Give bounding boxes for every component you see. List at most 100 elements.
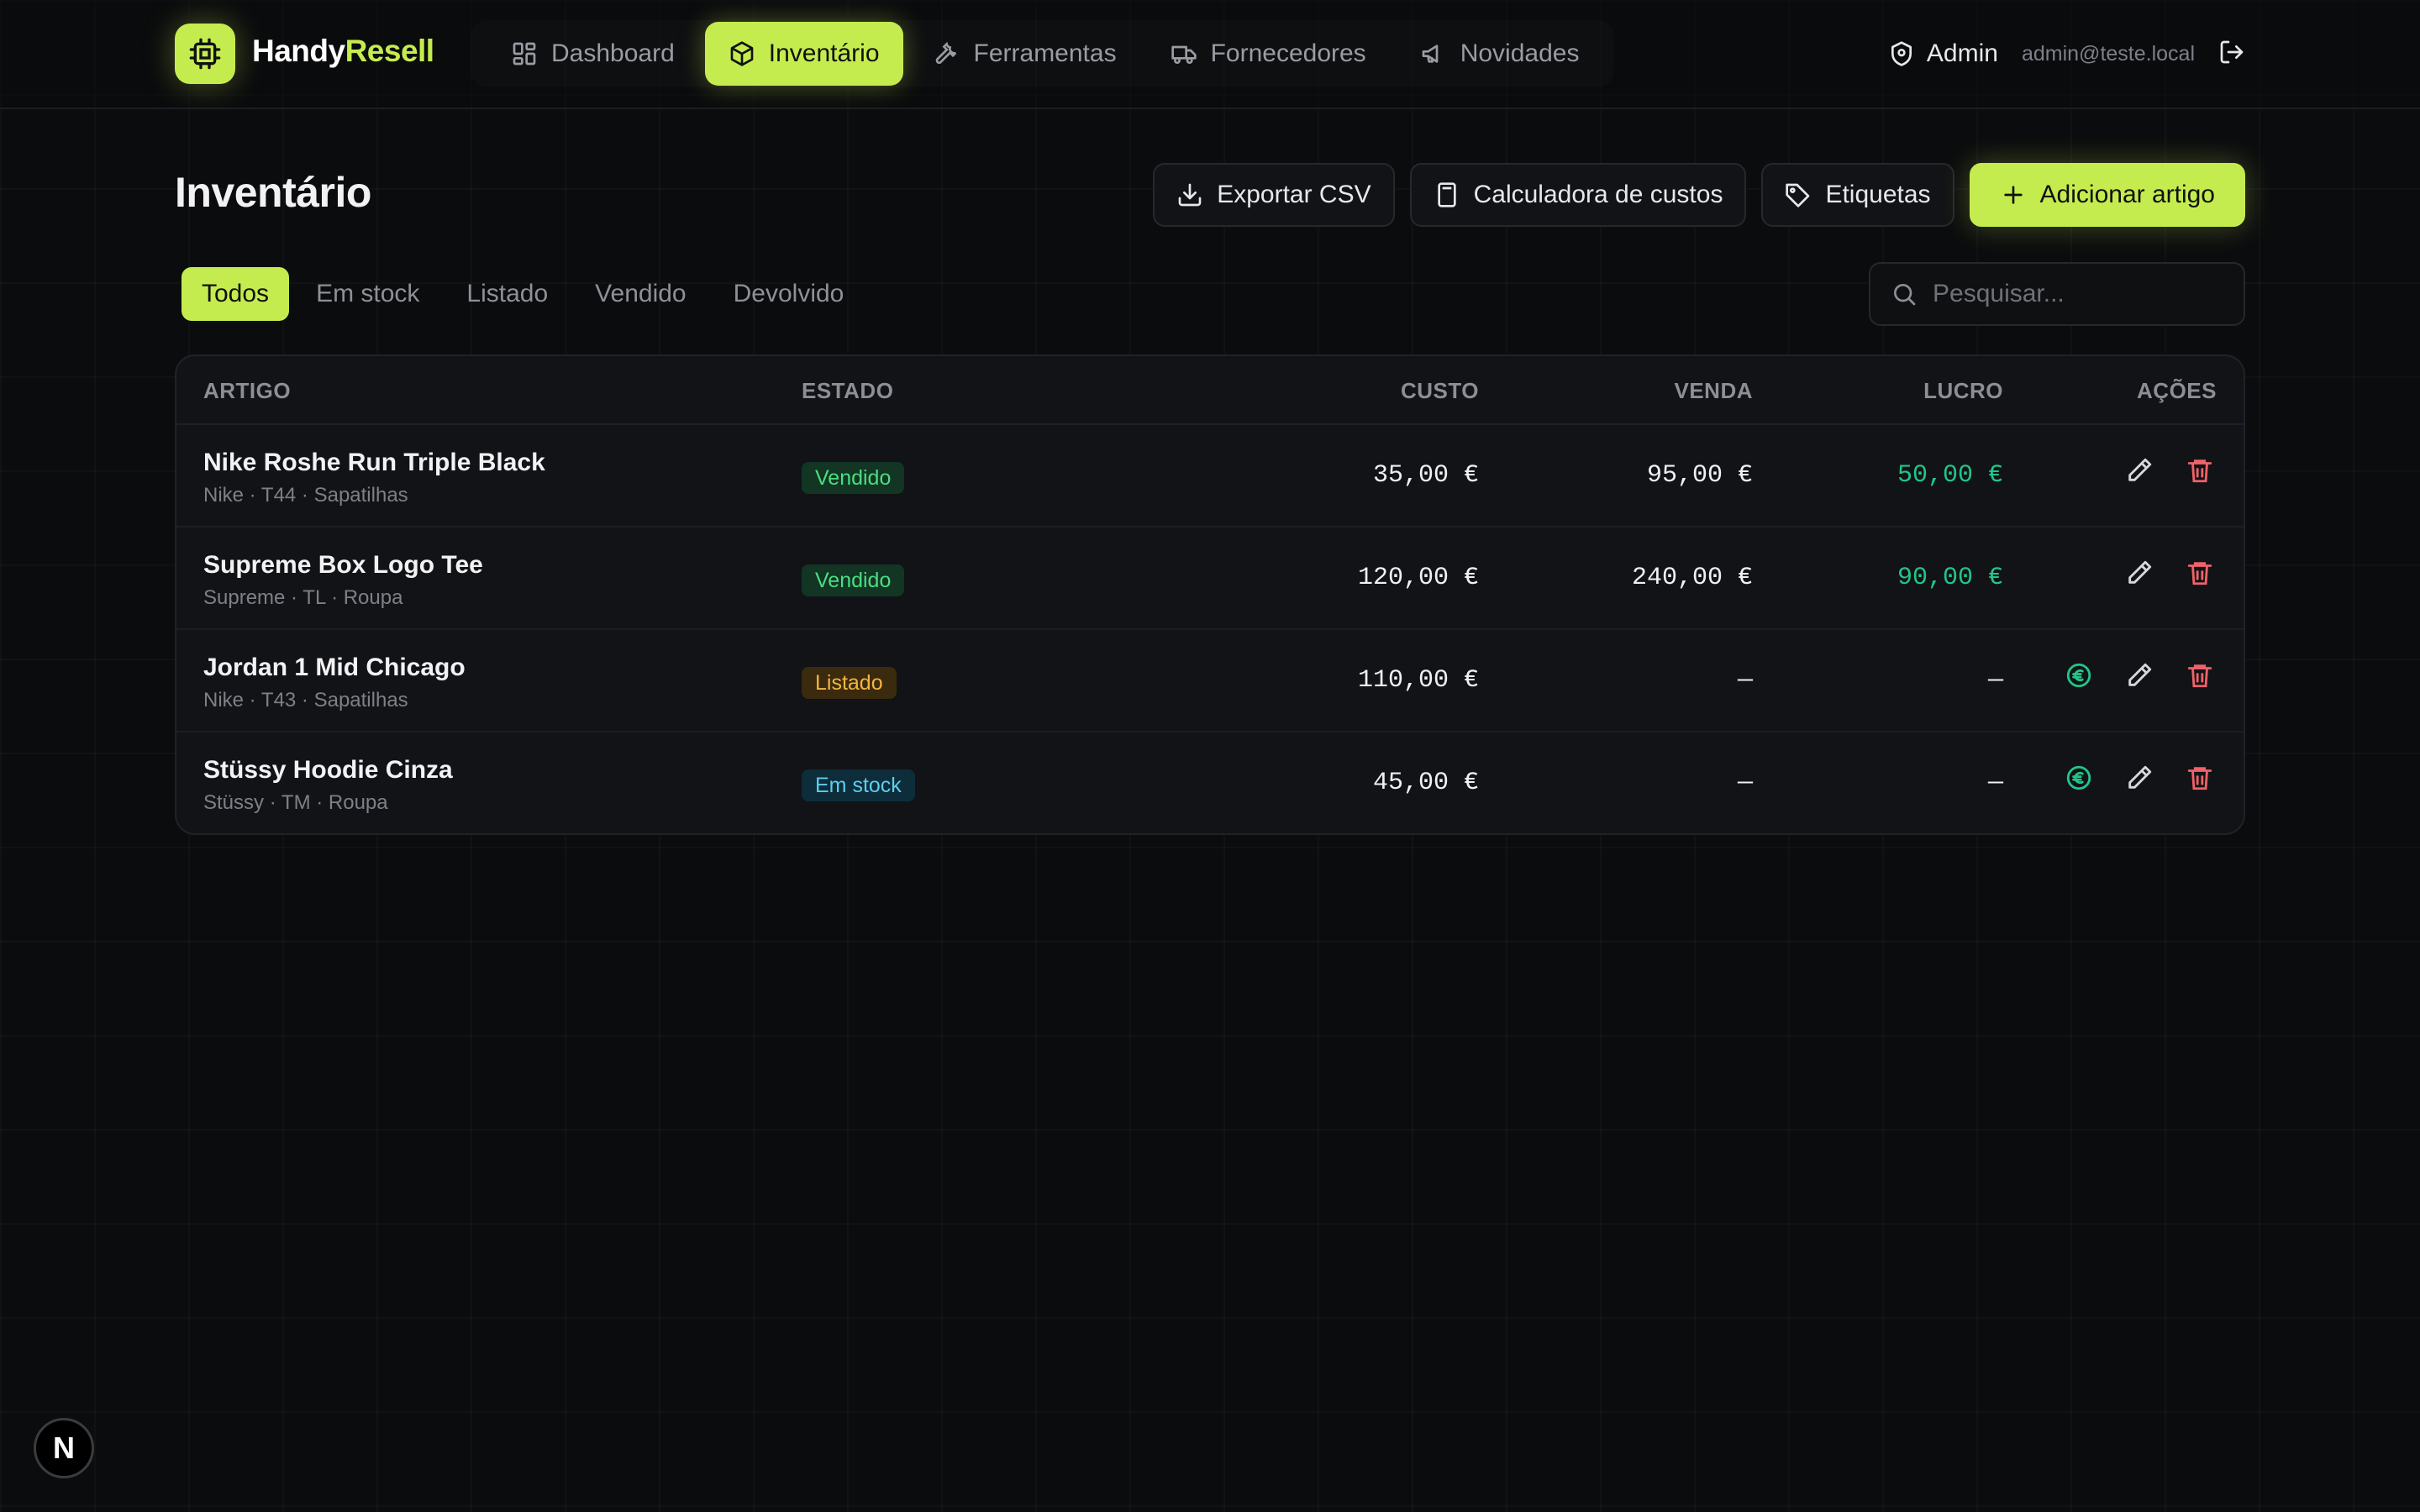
- edit-button[interactable]: [2124, 660, 2154, 690]
- tab-listado[interactable]: Listado: [446, 267, 568, 321]
- add-item-label: Adicionar artigo: [2039, 181, 2215, 208]
- item-name: Supreme Box Logo Tee: [203, 551, 483, 579]
- status-badge: Em stock: [802, 769, 915, 801]
- plus-icon: [2003, 186, 2023, 204]
- column-header-lucro[interactable]: LUCRO: [1818, 378, 2003, 404]
- nav-item-label: Inventário: [768, 39, 880, 67]
- logout-button[interactable]: [2218, 39, 2245, 70]
- nav-item-ferramentas[interactable]: Ferramentas: [910, 22, 1140, 86]
- nav-item-label: Fornecedores: [1210, 39, 1366, 67]
- row-actions: [2124, 558, 2215, 588]
- calculator-icon: [1437, 182, 1456, 207]
- trash-icon: [2187, 767, 2212, 790]
- labels-button[interactable]: Etiquetas: [1761, 163, 1954, 227]
- status-badge: Vendido: [802, 564, 905, 596]
- edit-button[interactable]: [2124, 455, 2154, 486]
- item-sale: —: [1737, 769, 1753, 797]
- item-profit: —: [1987, 769, 2003, 797]
- user-email: admin@teste.local: [2021, 41, 2195, 66]
- tab-todos[interactable]: Todos: [182, 267, 290, 321]
- mark-sold-button[interactable]: [2064, 763, 2094, 793]
- search-input[interactable]: [1933, 280, 2218, 308]
- column-header-venda[interactable]: VENDA: [1568, 378, 1753, 404]
- nav-item-label: Dashboard: [551, 39, 675, 67]
- edit-button[interactable]: [2124, 763, 2154, 793]
- nav-item-label: Ferramentas: [973, 39, 1117, 67]
- shield-icon: [1891, 41, 1912, 66]
- pencil-icon: [2128, 663, 2152, 686]
- row-actions: [2064, 763, 2215, 793]
- megaphone-icon: [1422, 45, 1439, 63]
- item-sale: 95,00 €: [1646, 461, 1753, 490]
- item-meta: Nike · T44 · Sapatilhas: [203, 484, 408, 507]
- column-header-custo[interactable]: CUSTO: [1294, 378, 1479, 404]
- delete-button[interactable]: [2185, 763, 2215, 793]
- trash-icon: [2187, 664, 2212, 688]
- tab-em-stock[interactable]: Em stock: [296, 267, 439, 321]
- table-header: ARTIGO ESTADO CUSTO VENDA LUCRO AÇÕES: [176, 356, 2244, 425]
- item-name: Stüssy Hoodie Cinza: [203, 756, 453, 784]
- truck-icon: [1171, 45, 1197, 64]
- table-row[interactable]: Supreme Box Logo Tee Supreme · TL · Roup…: [176, 528, 2244, 630]
- search-box: [1869, 262, 2245, 326]
- table-row[interactable]: Nike Roshe Run Triple Black Nike · T44 ·…: [176, 425, 2244, 528]
- main-nav: Dashboard Inventário Ferramentas Fornece…: [471, 20, 1614, 87]
- pencil-icon: [2128, 458, 2152, 481]
- status-filter-tabs: Todos Em stock Listado Vendido Devolvido: [182, 267, 864, 321]
- status-badge: Vendido: [802, 462, 905, 494]
- grid-icon: [513, 42, 536, 66]
- status-badge: Listado: [802, 667, 897, 699]
- item-cost: 35,00 €: [1372, 461, 1479, 490]
- column-header-artigo[interactable]: ARTIGO: [203, 378, 291, 404]
- nav-item-fornecedores[interactable]: Fornecedores: [1147, 22, 1390, 86]
- column-header-estado[interactable]: ESTADO: [802, 378, 893, 404]
- brand-name-part1: Handy: [252, 34, 345, 68]
- wrench-icon: [935, 41, 956, 64]
- chip-logo-icon[interactable]: [175, 24, 235, 84]
- nav-item-dashboard[interactable]: Dashboard: [487, 22, 698, 86]
- delete-button[interactable]: [2185, 660, 2215, 690]
- item-sale: —: [1737, 666, 1753, 695]
- user-role: Admin: [1926, 39, 1998, 67]
- tag-icon: [1786, 183, 1810, 207]
- search-icon: [1894, 284, 1916, 306]
- nav-item-inventario[interactable]: Inventário: [704, 22, 903, 86]
- download-icon: [1178, 183, 1202, 207]
- item-meta: Supreme · TL · Roupa: [203, 586, 403, 609]
- pencil-icon: [2128, 765, 2152, 789]
- delete-button[interactable]: [2185, 558, 2215, 588]
- item-meta: Stüssy · TM · Roupa: [203, 791, 388, 814]
- nav-item-label: Novidades: [1460, 39, 1580, 67]
- item-sale: 240,00 €: [1631, 564, 1753, 592]
- tab-devolvido[interactable]: Devolvido: [713, 267, 865, 321]
- cost-calculator-button[interactable]: Calculadora de custos: [1409, 163, 1747, 227]
- export-csv-label: Exportar CSV: [1217, 181, 1371, 208]
- delete-button[interactable]: [2185, 455, 2215, 486]
- item-cost: 45,00 €: [1372, 769, 1479, 797]
- brand-name[interactable]: HandyResell: [252, 34, 434, 69]
- item-meta: Nike · T43 · Sapatilhas: [203, 689, 408, 711]
- table-row[interactable]: Jordan 1 Mid Chicago Nike · T43 · Sapati…: [176, 630, 2244, 732]
- item-profit: 50,00 €: [1897, 461, 2003, 490]
- labels-label: Etiquetas: [1825, 181, 1931, 208]
- inventory-table: ARTIGO ESTADO CUSTO VENDA LUCRO AÇÕES Ni…: [175, 354, 2245, 835]
- row-actions: [2124, 455, 2215, 486]
- tab-vendido[interactable]: Vendido: [575, 267, 706, 321]
- page-actions: Exportar CSV Calculadora de custos Etiqu…: [1153, 163, 2245, 227]
- admin-badge[interactable]: Admin: [1888, 39, 1998, 68]
- column-header-acoes: AÇÕES: [2137, 378, 2217, 403]
- user-area: Admin admin@teste.local: [1888, 20, 2245, 87]
- mark-sold-button[interactable]: [2064, 660, 2094, 690]
- table-row[interactable]: Stüssy Hoodie Cinza Stüssy · TM · Roupa …: [176, 732, 2244, 833]
- item-cost: 110,00 €: [1357, 666, 1479, 695]
- nav-item-novidades[interactable]: Novidades: [1397, 22, 1603, 86]
- box-icon: [730, 41, 754, 66]
- page-title: Inventário: [175, 169, 371, 216]
- item-profit: —: [1987, 666, 2003, 695]
- dev-tools-badge[interactable]: N: [34, 1418, 94, 1478]
- trash-icon: [2187, 562, 2212, 585]
- euro-coin-icon: [2066, 765, 2091, 790]
- export-csv-button[interactable]: Exportar CSV: [1153, 163, 1395, 227]
- edit-button[interactable]: [2124, 558, 2154, 588]
- add-item-button[interactable]: Adicionar artigo: [1969, 163, 2245, 227]
